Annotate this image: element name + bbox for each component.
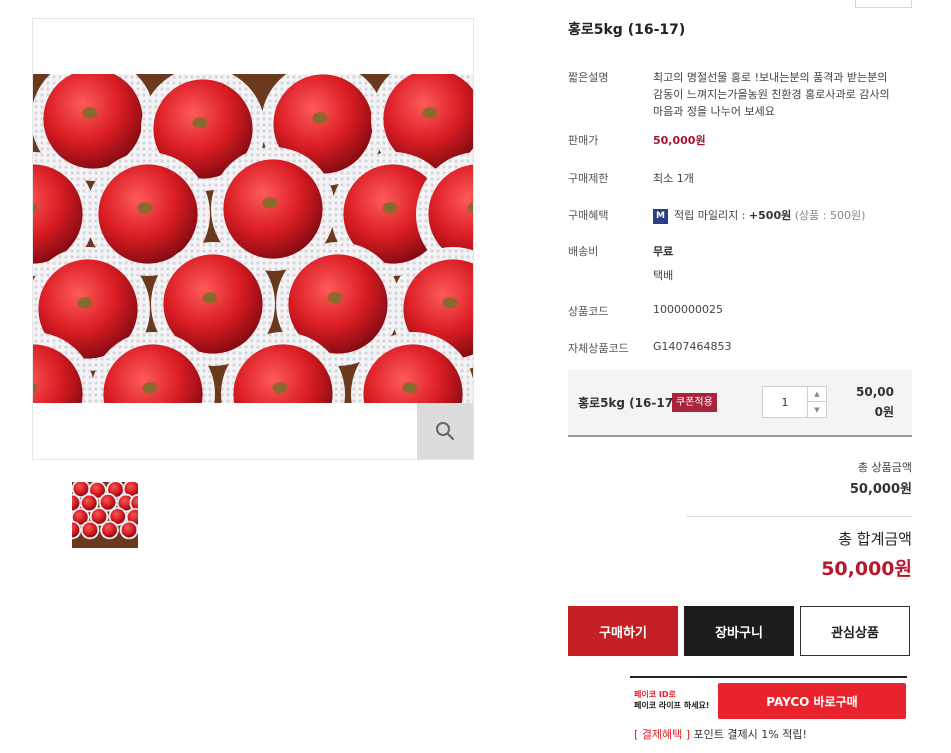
apple	[223, 159, 323, 259]
apple-stem	[202, 292, 218, 304]
own-code-label: 자체상품코드	[568, 342, 629, 355]
payco-benefit-text: 포인트 결제시 1% 적립!	[690, 728, 807, 741]
mileage-value: +500원	[748, 209, 792, 222]
apple	[100, 494, 116, 510]
magnifier-icon	[436, 422, 455, 441]
apple-stem	[87, 501, 90, 503]
payco-promo-line1: 페이코 ID로	[634, 690, 676, 699]
apple-stem	[77, 297, 93, 309]
zoom-button[interactable]	[417, 403, 473, 459]
payco-benefit: [ 결제혜택 ] 포인트 결제시 1% 적립!	[634, 726, 807, 742]
purchase-limit-label: 구매제한	[568, 172, 609, 185]
apple	[81, 495, 97, 511]
apple-stem	[137, 202, 153, 214]
apple-stem	[78, 515, 81, 518]
quantity-up-button[interactable]: ▲	[807, 387, 826, 402]
subtotal-value: 50,000원	[849, 482, 912, 497]
top-scroll-button[interactable]	[855, 0, 912, 8]
apple	[43, 74, 143, 169]
payco-promo: 페이코 ID로 페이코 라이프 하세요!	[634, 689, 709, 711]
apple-stem	[116, 514, 119, 517]
price-label: 판매가	[568, 134, 599, 147]
apple-stem	[113, 487, 117, 490]
payco-benefit-tag: [ 결제혜택 ]	[634, 728, 691, 741]
apple-stem	[382, 202, 398, 214]
apple-stem	[312, 112, 328, 124]
chevron-down-icon: ▼	[814, 405, 820, 414]
apple-stem	[107, 528, 111, 530]
benefit-label: 구매혜택	[568, 209, 609, 222]
apple-stem	[262, 197, 278, 209]
apple-stem	[422, 107, 438, 119]
apple	[102, 522, 117, 538]
apple-stem	[82, 107, 98, 119]
purchase-limit-value: 최소 1개	[653, 172, 694, 185]
product-title: 홍로5kg (16-17)	[568, 22, 686, 38]
shipping-label: 배송비	[568, 245, 599, 258]
product-code-value: 1000000025	[653, 303, 723, 316]
total-value: 50,000원	[821, 558, 912, 580]
coupon-apply-button[interactable]: 쿠폰적용	[672, 393, 717, 412]
add-to-cart-button[interactable]: 장바구니	[684, 606, 794, 656]
total-label: 총 합계금액	[838, 530, 912, 548]
quantity-input[interactable]	[763, 387, 807, 417]
apple-stem	[130, 486, 133, 489]
mileage-info: M 적립 마일리지 : +500원 (상품 : 500원)	[653, 207, 865, 224]
short-desc-label: 짧은설명	[568, 71, 609, 84]
mileage-note: (상품 : 500원)	[794, 209, 866, 222]
product-code-label: 상품코드	[568, 305, 609, 318]
divider	[686, 516, 912, 517]
payco-divider	[630, 676, 907, 678]
apple-stem	[192, 117, 208, 129]
apple-stem	[402, 382, 418, 394]
apple-stem	[79, 486, 82, 489]
price-value: 50,000원	[653, 134, 706, 147]
quantity-stepper: ▲ ▼	[762, 386, 827, 418]
own-code-value: G1407464853	[653, 340, 732, 353]
apple	[82, 522, 98, 538]
shipping-fee: 무료	[653, 245, 674, 258]
subtotal-label: 총 상품금액	[857, 461, 912, 474]
selected-option-row: 홍로5kg (16-17) 쿠폰적용 ▲ ▼ 50,000원	[568, 370, 912, 437]
apple-stem	[127, 528, 130, 530]
apple-stem	[124, 501, 127, 503]
payco-promo-line2: 페이코 라이프 하세요!	[634, 701, 710, 710]
apple	[98, 164, 198, 264]
apple-stem	[95, 488, 99, 491]
apple-stem	[442, 297, 458, 309]
main-product-image[interactable]	[33, 74, 473, 403]
product-thumbnail[interactable]	[72, 482, 138, 548]
apple-stem	[272, 382, 288, 394]
apple-stem	[142, 382, 158, 394]
apple	[121, 522, 137, 538]
apple-stem	[327, 292, 343, 304]
option-name: 홍로5kg (16-17)	[578, 396, 679, 410]
buy-now-button[interactable]: 구매하기	[568, 606, 678, 656]
apple-stem	[133, 515, 136, 518]
chevron-up-icon: ▲	[814, 390, 820, 398]
shipping-method: 택배	[653, 269, 674, 282]
wishlist-button[interactable]: 관심상품	[800, 606, 910, 656]
mileage-m-icon: M	[653, 208, 668, 224]
option-price: 50,000원	[856, 385, 894, 419]
payco-buy-button[interactable]: PAYCO 바로구매	[718, 683, 906, 719]
short-desc-value: 최고의 명절선물 홍로 !보내는분의 품격과 받는분의 감동이 느껴지는가을농원…	[653, 71, 890, 118]
apple-stem	[88, 528, 91, 530]
mileage-prefix: 적립 마일리지 :	[674, 209, 749, 222]
apple-stem	[97, 514, 100, 517]
apple	[73, 482, 89, 497]
apple-stem	[106, 500, 109, 503]
quantity-down-button[interactable]: ▼	[807, 402, 826, 417]
